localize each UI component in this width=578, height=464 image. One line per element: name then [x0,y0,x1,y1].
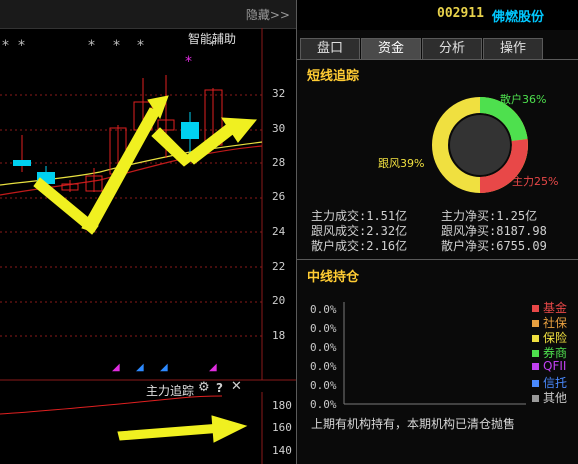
help-icon[interactable]: ? [216,381,223,395]
donut-label-retail: 散户36% [500,93,547,106]
tab-operation[interactable]: 操作 [483,38,543,59]
y-tick: 30 [272,122,286,135]
svg-text:◢: ◢ [112,362,120,373]
stat-retail-volume: 散户成交:2.16亿 [311,239,408,253]
svg-text:◢: ◢ [160,362,168,373]
y-tick: 20 [272,294,286,307]
holdings-percent: 0.0% [310,341,337,354]
tab-analysis[interactable]: 分析 [422,38,482,59]
holdings-percent: 0.0% [310,379,337,392]
holdings-chart [343,302,526,405]
close-icon[interactable]: ✕ [231,379,242,394]
kline-chart-panel[interactable]: 隐藏>> 智能辅助 * * * * * * * ◢ ◢ ◢ ◢ 32 30 28… [0,0,296,464]
svg-text:◢: ◢ [209,362,217,373]
sub-y-tick: 140 [272,444,292,457]
legend-qfii: QFII [532,359,566,373]
stock-code: 002911 [437,6,484,21]
stock-name: 佛燃股份 [492,10,545,25]
tab-underline [297,59,578,60]
holdings-percent: 0.0% [310,322,337,335]
stat-retail-net: 散户净买:6755.09 [441,239,547,253]
holdings-percent: 0.0% [310,398,337,411]
donut-label-follow: 跟风39% [378,157,425,170]
y-tick: 18 [272,329,286,342]
gear-icon[interactable]: ⚙ [198,380,210,395]
legend-other: 其他 [532,389,567,406]
y-tick: 24 [272,225,286,238]
mid-hold-title: 中线持仓 [307,270,360,285]
y-tick: 28 [272,156,286,169]
holdings-percent: 0.0% [310,303,337,316]
section-divider [297,259,578,260]
tab-funds[interactable]: 资金 [361,38,421,59]
y-tick: 26 [272,190,286,203]
sub-y-tick: 160 [272,421,292,434]
sub-indicator-label[interactable]: 主力追踪 [146,382,194,399]
sub-y-tick: 180 [272,399,292,412]
holdings-percent: 0.0% [310,360,337,373]
svg-text:◢: ◢ [136,362,144,373]
y-tick: 32 [272,87,286,100]
y-tick: 22 [272,260,286,273]
donut-label-main: 主力25% [512,175,559,188]
tab-order-book[interactable]: 盘口 [300,38,360,59]
short-track-title: 短线追踪 [307,69,360,84]
holdings-note: 上期有机构持有，本期机构已清仓抛售 [311,417,516,431]
